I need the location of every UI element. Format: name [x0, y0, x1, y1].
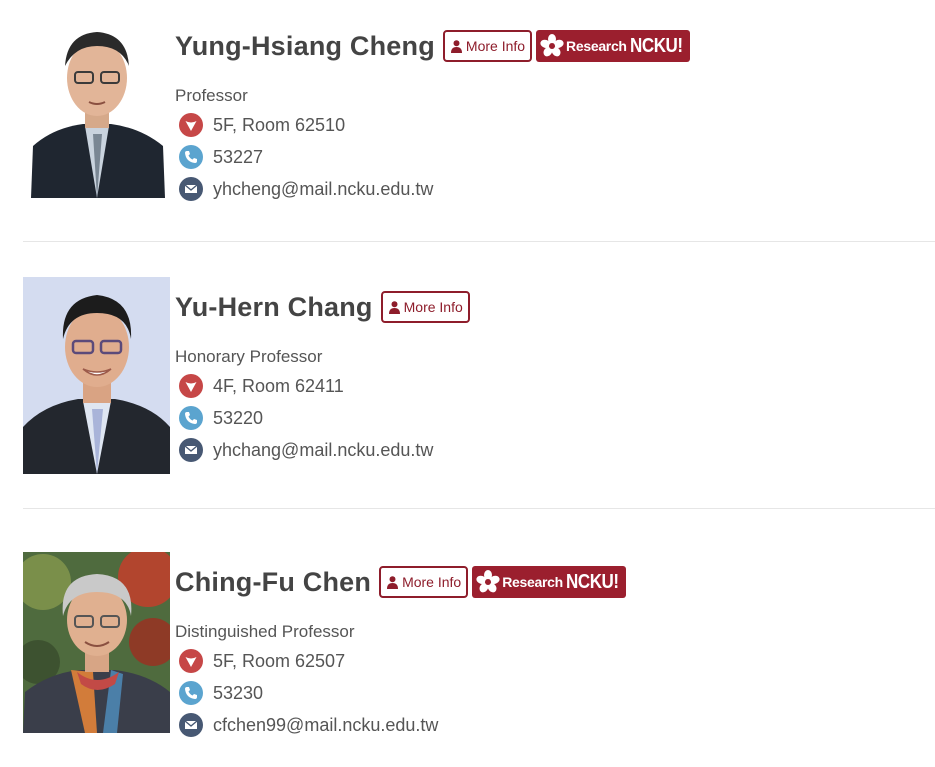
phone-icon: [179, 145, 203, 169]
envelope-icon: [179, 177, 203, 201]
user-icon: [387, 575, 399, 589]
user-icon: [450, 39, 462, 53]
research-ncku-link[interactable]: Research NCKU!: [536, 30, 690, 62]
room-row: 4F, Room 62411: [175, 370, 474, 402]
faculty-card: Yu-Hern Chang More Info Honorary Profess…: [23, 277, 935, 509]
research-word: Research: [502, 574, 563, 590]
faculty-title: Honorary Professor: [175, 347, 323, 366]
room-text: 5F, Room 62510: [213, 114, 346, 135]
more-info-button[interactable]: More Info: [442, 30, 533, 62]
more-info-label: More Info: [402, 574, 462, 590]
ncku-flower-icon: [540, 34, 564, 57]
faculty-photo: [23, 552, 170, 733]
faculty-card: Ching-Fu Chen More Info Research NCKU! D…: [23, 552, 935, 752]
email-row: cfchen99@mail.ncku.edu.tw: [175, 709, 626, 741]
room-row: 5F, Room 62507: [175, 645, 626, 677]
faculty-card: Yung-Hsiang Cheng More Info Research NCK…: [23, 16, 935, 242]
room-text: 5F, Room 62507: [213, 650, 346, 671]
phone-row: 53230: [175, 677, 626, 709]
more-info-button[interactable]: More Info: [379, 566, 469, 598]
email-link[interactable]: cfchen99@mail.ncku.edu.tw: [213, 715, 438, 736]
research-ncku-link[interactable]: Research NCKU!: [472, 566, 626, 598]
faculty-name: Yung-Hsiang Cheng: [175, 30, 435, 61]
envelope-icon: [179, 713, 203, 737]
room-text: 4F, Room 62411: [213, 375, 344, 396]
phone-row: 53227: [175, 141, 690, 173]
phone-text: 53230: [213, 682, 264, 703]
location-marker-icon: [179, 374, 203, 398]
more-info-label: More Info: [465, 38, 526, 54]
email-link[interactable]: yhcheng@mail.ncku.edu.tw: [213, 179, 433, 200]
phone-row: 53220: [175, 402, 474, 434]
faculty-name: Yu-Hern Chang: [175, 291, 373, 322]
phone-icon: [179, 406, 203, 430]
research-word: Research: [566, 38, 627, 54]
email-row: yhchang@mail.ncku.edu.tw: [175, 434, 474, 466]
envelope-icon: [179, 438, 203, 462]
more-info-button[interactable]: More Info: [380, 291, 470, 323]
email-row: yhcheng@mail.ncku.edu.tw: [175, 173, 690, 205]
location-marker-icon: [179, 649, 203, 673]
ncku-word: NCKU!: [629, 34, 683, 57]
faculty-name: Ching-Fu Chen: [175, 566, 372, 597]
phone-text: 53227: [213, 146, 264, 167]
faculty-photo: [23, 277, 170, 474]
faculty-title: Professor: [175, 86, 248, 105]
location-marker-icon: [179, 113, 203, 137]
room-row: 5F, Room 62510: [175, 109, 690, 141]
ncku-word: NCKU!: [565, 570, 619, 593]
faculty-title: Distinguished Professor: [175, 622, 355, 641]
ncku-flower-icon: [476, 570, 500, 593]
phone-icon: [179, 681, 203, 705]
more-info-label: More Info: [403, 299, 463, 315]
email-link[interactable]: yhchang@mail.ncku.edu.tw: [213, 440, 433, 461]
faculty-photo: [23, 16, 170, 198]
phone-text: 53220: [213, 407, 264, 428]
user-icon: [388, 300, 400, 314]
